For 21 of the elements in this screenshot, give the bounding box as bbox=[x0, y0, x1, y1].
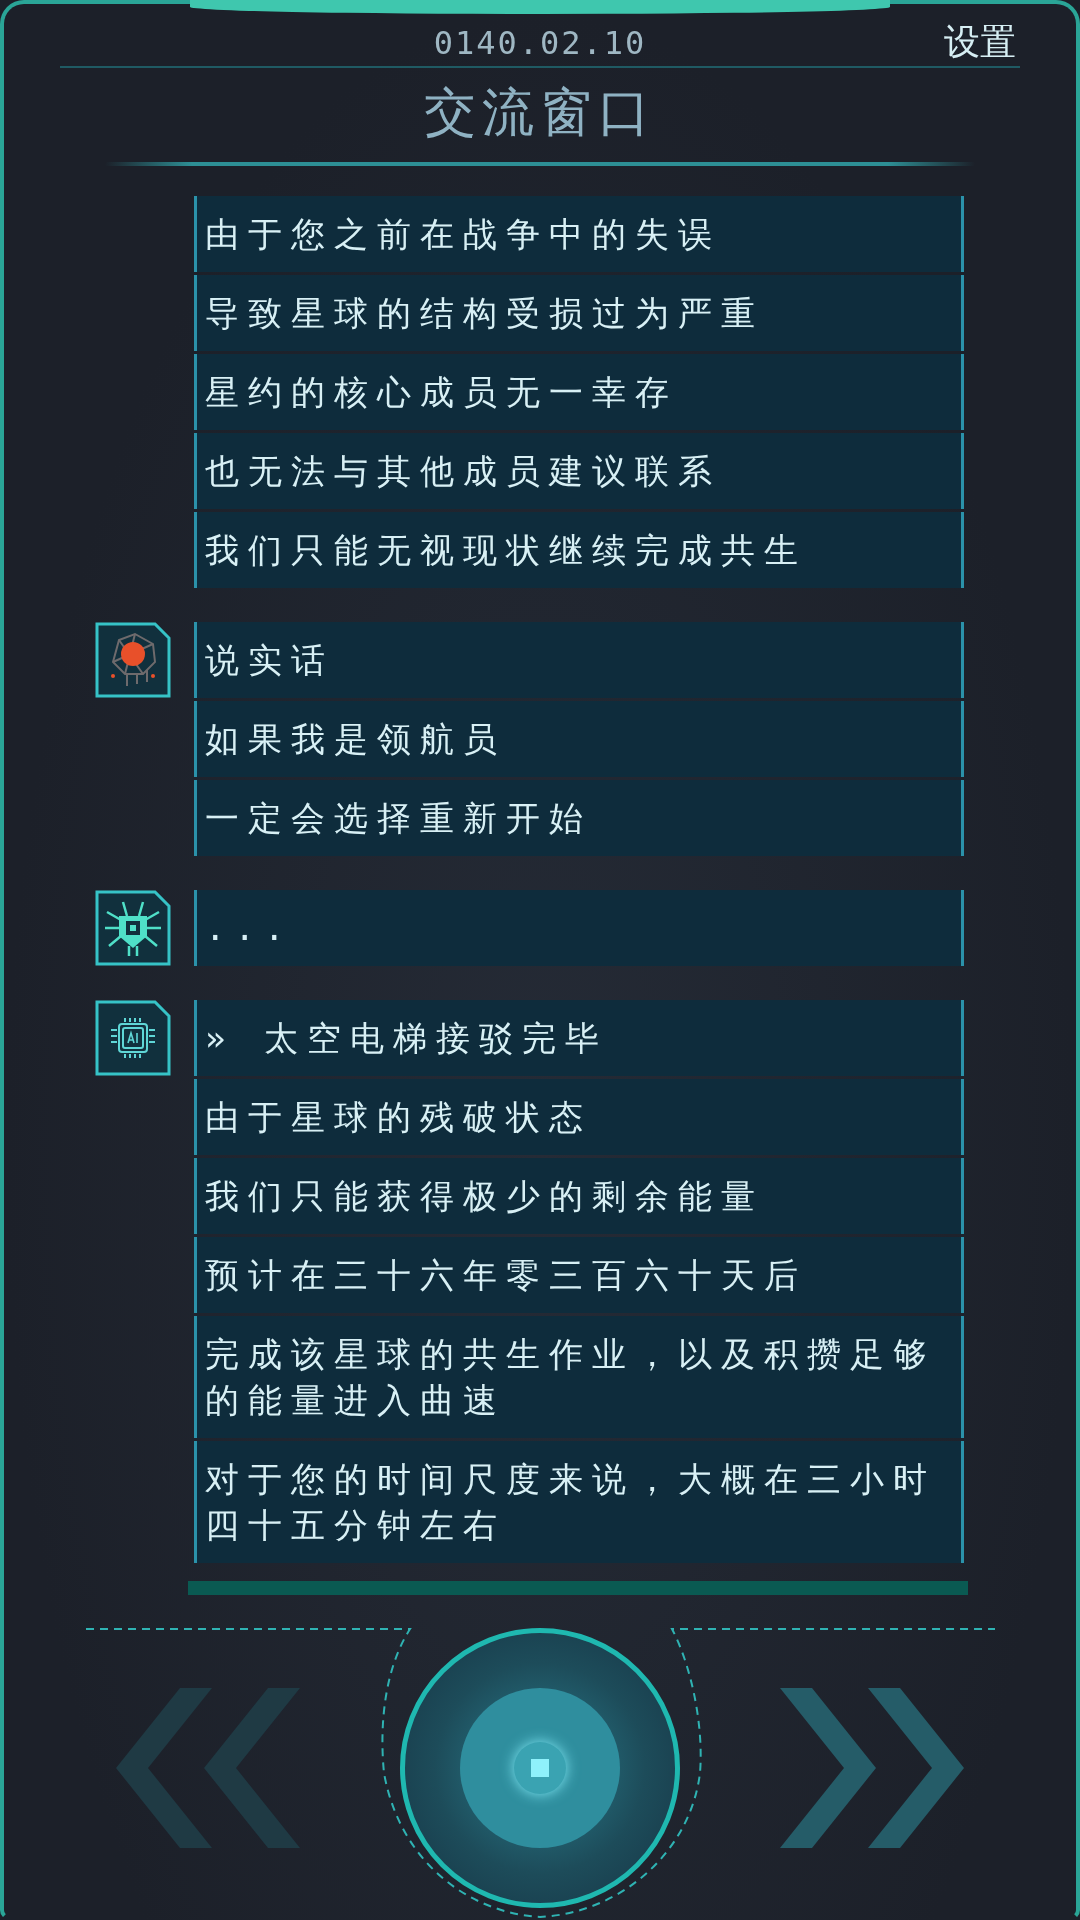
message-bubble: 也无法与其他成员建议联系 bbox=[194, 433, 964, 509]
message-bubble: 由于星球的残破状态 bbox=[194, 1079, 964, 1155]
brain-icon bbox=[95, 622, 171, 698]
chip-icon bbox=[95, 1000, 171, 1076]
message-bubble: 如果我是领航员 bbox=[194, 701, 964, 777]
window-title: 交流窗口 bbox=[424, 81, 656, 144]
circuit-bug-icon bbox=[95, 890, 171, 966]
message-bubble: 我们只能无视现状继续完成共生 bbox=[194, 512, 964, 588]
message-bubble: 由于您之前在战争中的失误 bbox=[194, 196, 964, 272]
message-bubble: 导致星球的结构受损过为严重 bbox=[194, 275, 964, 351]
message-bubble: 预计在三十六年零三百六十天后 bbox=[194, 1237, 964, 1313]
message-bubble: 说实话 bbox=[194, 622, 964, 698]
date-text: 0140.02.10 bbox=[433, 24, 647, 62]
settings-button[interactable]: 设置 bbox=[944, 18, 1016, 67]
message-bubble: 星约的核心成员无一幸存 bbox=[194, 354, 964, 430]
message-bubble: 完成该星球的共生作业，以及积攒足够的能量进入曲速 bbox=[194, 1316, 964, 1438]
message-bubble: ... bbox=[194, 890, 964, 966]
message-bubble: 一定会选择重新开始 bbox=[194, 780, 964, 856]
message-bubble: 我们只能获得极少的剩余能量 bbox=[194, 1158, 964, 1234]
message-bubble: 对于您的时间尺度来说，大概在三小时四十五分钟左右 bbox=[194, 1441, 964, 1563]
message-bubble: » 太空电梯接驳完毕 bbox=[194, 1000, 964, 1076]
